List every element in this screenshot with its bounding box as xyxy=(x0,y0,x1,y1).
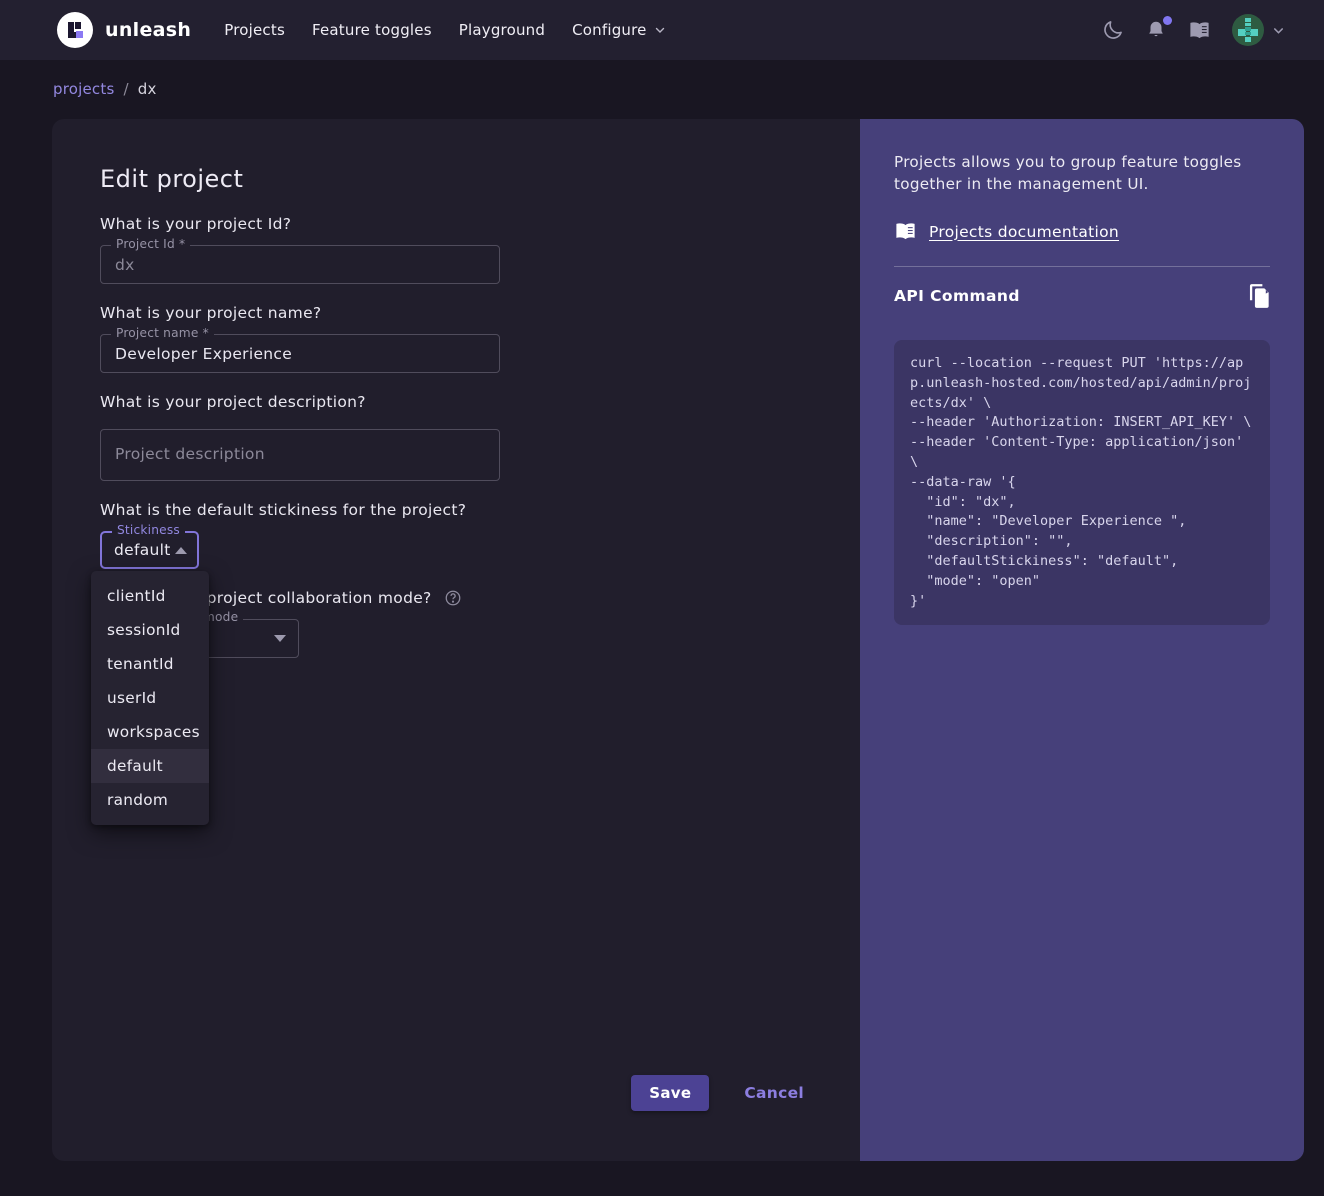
stickiness-select-value: default xyxy=(114,541,175,559)
nav-right-actions xyxy=(1102,14,1286,46)
stickiness-question: What is the default stickiness for the p… xyxy=(100,501,812,519)
menu-item-tenantid[interactable]: tenantId xyxy=(91,647,209,681)
form-footer: Save Cancel xyxy=(631,1075,804,1111)
breadcrumb-current: dx xyxy=(138,80,157,98)
book-icon xyxy=(894,220,917,243)
menu-item-sessionid[interactable]: sessionId xyxy=(91,613,209,647)
menu-item-clientid[interactable]: clientId xyxy=(91,579,209,613)
stickiness-select[interactable]: Stickiness default xyxy=(100,531,199,569)
chevron-down-icon xyxy=(653,23,667,37)
api-command-title: API Command xyxy=(894,287,1020,305)
nav-item-configure[interactable]: Configure xyxy=(572,21,667,39)
brand-name: unleash xyxy=(105,19,191,41)
copy-button[interactable] xyxy=(1249,284,1270,308)
caret-up-icon xyxy=(175,547,187,554)
doc-link-row: Projects documentation xyxy=(894,220,1270,243)
breadcrumb-projects-link[interactable]: projects xyxy=(53,80,114,98)
save-button[interactable]: Save xyxy=(631,1075,709,1111)
unleash-logo-icon xyxy=(57,12,93,48)
stickiness-dropdown-menu: clientId sessionId tenantId userId works… xyxy=(91,571,209,825)
cancel-button[interactable]: Cancel xyxy=(744,1084,804,1102)
project-id-question: What is your project Id? xyxy=(100,215,812,233)
chevron-down-icon xyxy=(1271,23,1286,38)
sidebar-description: Projects allows you to group feature tog… xyxy=(894,151,1244,195)
api-command-code: curl --location --request PUT 'https://a… xyxy=(894,340,1270,625)
menu-item-random[interactable]: random xyxy=(91,783,209,817)
breadcrumb: projects / dx xyxy=(0,60,1324,98)
project-id-field-outline: Project Id * xyxy=(100,245,500,284)
help-icon xyxy=(444,589,462,607)
nav-item-playground[interactable]: Playground xyxy=(459,21,545,39)
menu-item-userid[interactable]: userId xyxy=(91,681,209,715)
project-name-field-label: Project name * xyxy=(111,326,214,341)
breadcrumb-separator: / xyxy=(123,80,128,98)
book-icon xyxy=(1188,19,1211,42)
nav-item-configure-label: Configure xyxy=(572,21,647,39)
project-description-input[interactable] xyxy=(101,430,499,480)
caret-down-icon xyxy=(274,635,286,642)
project-name-question: What is your project name? xyxy=(100,304,812,322)
copy-icon xyxy=(1249,284,1270,308)
nav-links: Projects Feature toggles Playground Conf… xyxy=(224,21,666,39)
sidebar-divider xyxy=(894,266,1270,267)
projects-documentation-link[interactable]: Projects documentation xyxy=(929,223,1119,241)
notification-dot xyxy=(1163,16,1172,25)
project-name-field-outline: Project name * xyxy=(100,334,500,373)
api-command-row: API Command xyxy=(894,284,1270,308)
collaboration-help-button[interactable] xyxy=(444,589,462,607)
moon-icon xyxy=(1102,19,1124,41)
info-sidebar: Projects allows you to group feature tog… xyxy=(860,119,1304,1161)
nav-item-projects[interactable]: Projects xyxy=(224,21,285,39)
project-description-field-outline xyxy=(100,429,500,481)
stickiness-select-label: Stickiness xyxy=(112,523,185,538)
menu-item-default[interactable]: default xyxy=(91,749,209,783)
main-content: Edit project What is your project Id? Pr… xyxy=(52,119,1304,1161)
nav-item-feature-toggles[interactable]: Feature toggles xyxy=(312,21,432,39)
menu-item-workspaces[interactable]: workspaces xyxy=(91,715,209,749)
unleash-logo[interactable]: unleash xyxy=(57,12,191,48)
notifications-button[interactable] xyxy=(1145,19,1167,41)
documentation-button[interactable] xyxy=(1188,19,1211,42)
profile-menu[interactable] xyxy=(1232,14,1286,46)
avatar xyxy=(1232,14,1264,46)
dark-mode-toggle[interactable] xyxy=(1102,19,1124,41)
stickiness-select-wrap: Stickiness default clientId sessionId te… xyxy=(100,531,199,569)
edit-project-card: Edit project What is your project Id? Pr… xyxy=(52,119,860,1161)
project-description-question: What is your project description? xyxy=(100,393,812,411)
project-id-field-label: Project Id * xyxy=(111,237,190,252)
page-title: Edit project xyxy=(100,165,812,193)
top-navigation: unleash Projects Feature toggles Playgro… xyxy=(0,0,1324,60)
